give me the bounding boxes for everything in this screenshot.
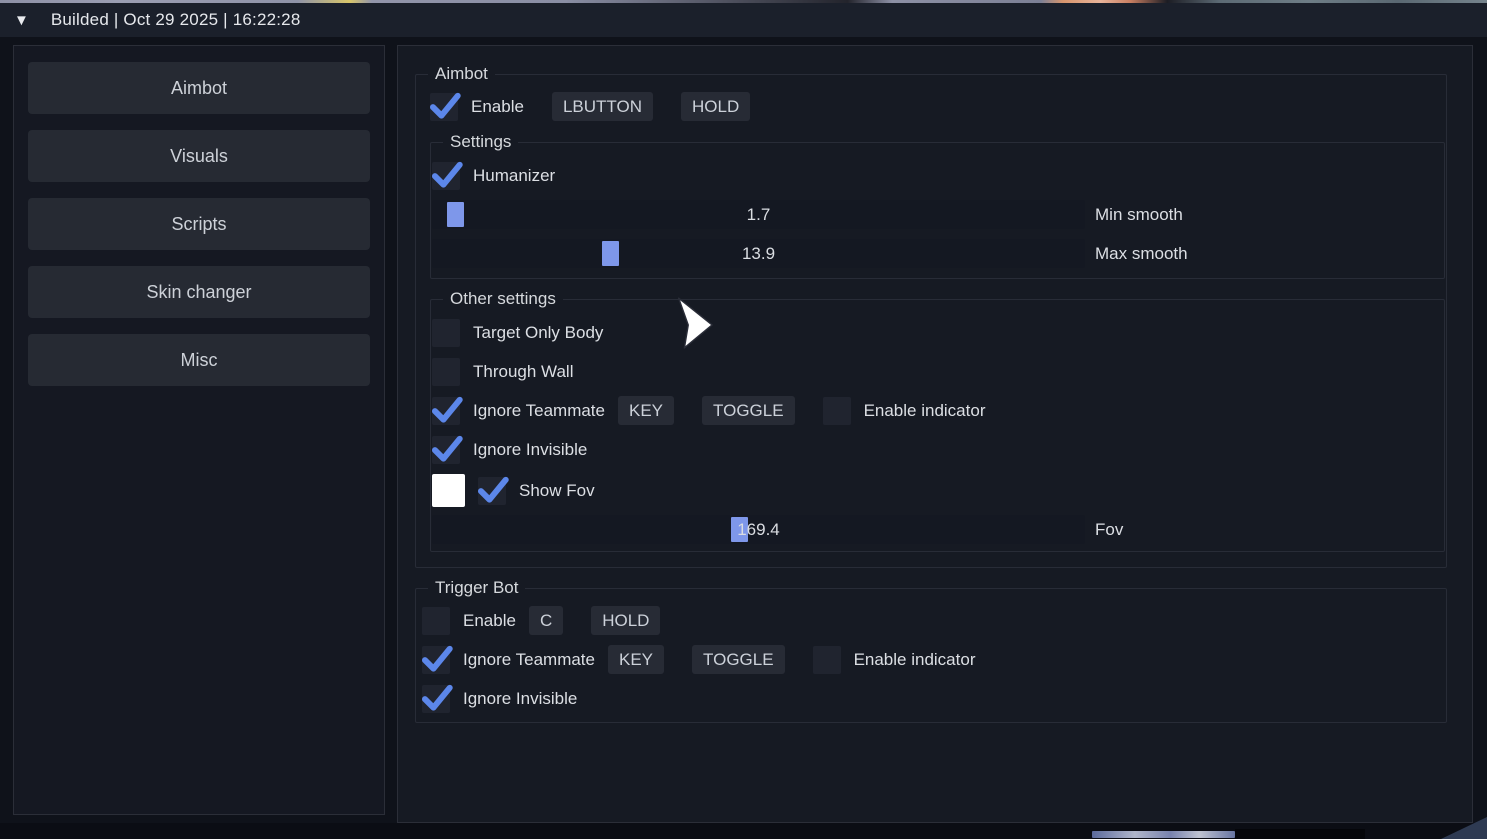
max-smooth-label: Max smooth xyxy=(1095,244,1188,264)
aimbot-enable-row: Enable LBUTTON HOLD xyxy=(430,92,1446,121)
bottom-game-artifact xyxy=(1092,831,1235,838)
show-fov-checkbox[interactable] xyxy=(478,477,506,505)
sidebar-item-skin-changer[interactable]: Skin changer xyxy=(28,266,370,318)
max-smooth-value: 13.9 xyxy=(742,244,775,264)
check-icon xyxy=(420,680,454,714)
aimbot-group: Aimbot Enable LBUTTON HOLD Settings xyxy=(415,74,1447,568)
bottom-edge xyxy=(0,823,1487,839)
show-fov-row: Show Fov xyxy=(432,474,1444,507)
min-smooth-slider[interactable]: 1.7 xyxy=(432,200,1085,229)
trigger-enable-row: Enable C HOLD xyxy=(422,606,1446,635)
fov-color-swatch[interactable] xyxy=(432,474,465,507)
aimbot-ignore-invisible-checkbox[interactable] xyxy=(432,436,460,464)
aimbot-ignore-teammate-row: Ignore Teammate KEY TOGGLE Enable indica… xyxy=(432,396,1444,425)
menu-root: ▼ Builded | Oct 29 2025 | 16:22:28 Aimbo… xyxy=(0,0,1487,839)
trigger-ignore-teammate-checkbox[interactable] xyxy=(422,646,450,674)
sidebar-item-aimbot[interactable]: Aimbot xyxy=(28,62,370,114)
check-icon xyxy=(430,392,464,426)
main-panel: Aimbot Enable LBUTTON HOLD Settings xyxy=(397,45,1473,823)
max-smooth-slider[interactable]: 13.9 xyxy=(432,239,1085,268)
trigger-ignore-teammate-label: Ignore Teammate xyxy=(463,650,595,670)
aimbot-enable-indicator-label: Enable indicator xyxy=(864,401,986,421)
min-smooth-label: Min smooth xyxy=(1095,205,1183,225)
aimbot-keymode-button[interactable]: HOLD xyxy=(681,92,750,121)
corner-game-triangle xyxy=(1441,817,1487,839)
aimbot-ignore-teammate-toggle-button[interactable]: TOGGLE xyxy=(702,396,795,425)
trigger-bot-group: Trigger Bot Enable C HOLD Ignore Teammat… xyxy=(415,588,1447,723)
min-smooth-row: 1.7 Min smooth xyxy=(432,200,1444,229)
fov-value: 169.4 xyxy=(737,520,780,540)
check-icon xyxy=(476,472,510,506)
trigger-enable-label: Enable xyxy=(463,611,516,631)
sidebar: Aimbot Visuals Scripts Skin changer Misc xyxy=(13,45,385,815)
aimbot-ignore-teammate-label: Ignore Teammate xyxy=(473,401,605,421)
trigger-enable-checkbox[interactable] xyxy=(422,607,450,635)
sidebar-item-visuals[interactable]: Visuals xyxy=(28,130,370,182)
trigger-ignore-invisible-row: Ignore Invisible xyxy=(422,684,1446,713)
fov-label: Fov xyxy=(1095,520,1123,540)
through-wall-row: Through Wall xyxy=(432,357,1444,386)
aimbot-ignore-teammate-checkbox[interactable] xyxy=(432,397,460,425)
aimbot-keybind-button[interactable]: LBUTTON xyxy=(552,92,653,121)
show-fov-label: Show Fov xyxy=(519,481,595,501)
target-only-body-label: Target Only Body xyxy=(473,323,603,343)
trigger-enable-indicator-label: Enable indicator xyxy=(854,650,976,670)
other-settings-group-legend: Other settings xyxy=(443,289,563,309)
collapse-icon[interactable]: ▼ xyxy=(14,13,29,28)
settings-group: Settings Humanizer 1.7 Min smooth xyxy=(430,142,1445,279)
max-smooth-slider-handle[interactable] xyxy=(602,241,619,266)
min-smooth-value: 1.7 xyxy=(747,205,771,225)
through-wall-checkbox[interactable] xyxy=(432,358,460,386)
humanizer-checkbox[interactable] xyxy=(432,162,460,190)
aimbot-ignore-invisible-row: Ignore Invisible xyxy=(432,435,1444,464)
check-icon xyxy=(428,88,462,122)
aimbot-ignore-invisible-label: Ignore Invisible xyxy=(473,440,587,460)
trigger-keymode-button[interactable]: HOLD xyxy=(591,606,660,635)
bottom-black-patch xyxy=(1235,829,1365,839)
aimbot-ignore-teammate-key-button[interactable]: KEY xyxy=(618,396,674,425)
trigger-keybind-button[interactable]: C xyxy=(529,606,563,635)
target-only-body-row: Target Only Body xyxy=(432,318,1444,347)
min-smooth-slider-handle[interactable] xyxy=(447,202,464,227)
aimbot-enable-label: Enable xyxy=(471,97,524,117)
through-wall-label: Through Wall xyxy=(473,362,573,382)
check-icon xyxy=(430,157,464,191)
trigger-ignore-teammate-key-button[interactable]: KEY xyxy=(608,645,664,674)
check-icon xyxy=(430,431,464,465)
sidebar-item-misc[interactable]: Misc xyxy=(28,334,370,386)
max-smooth-row: 13.9 Max smooth xyxy=(432,239,1444,268)
humanizer-label: Humanizer xyxy=(473,166,555,186)
title-bar: ▼ Builded | Oct 29 2025 | 16:22:28 xyxy=(0,3,1487,37)
fov-slider[interactable]: 169.4 xyxy=(432,515,1085,544)
fov-row: 169.4 Fov xyxy=(432,515,1444,544)
settings-group-legend: Settings xyxy=(443,132,518,152)
trigger-ignore-invisible-label: Ignore Invisible xyxy=(463,689,577,709)
trigger-ignore-invisible-checkbox[interactable] xyxy=(422,685,450,713)
aimbot-enable-checkbox[interactable] xyxy=(430,93,458,121)
check-icon xyxy=(420,641,454,675)
humanizer-row: Humanizer xyxy=(432,161,1444,190)
trigger-bot-group-legend: Trigger Bot xyxy=(428,578,525,598)
target-only-body-checkbox[interactable] xyxy=(432,319,460,347)
trigger-ignore-teammate-row: Ignore Teammate KEY TOGGLE Enable indica… xyxy=(422,645,1446,674)
trigger-enable-indicator-checkbox[interactable] xyxy=(813,646,841,674)
sidebar-item-scripts[interactable]: Scripts xyxy=(28,198,370,250)
aimbot-enable-indicator-checkbox[interactable] xyxy=(823,397,851,425)
window-title: Builded | Oct 29 2025 | 16:22:28 xyxy=(51,10,301,30)
aimbot-group-legend: Aimbot xyxy=(428,64,495,84)
trigger-ignore-teammate-toggle-button[interactable]: TOGGLE xyxy=(692,645,785,674)
other-settings-group: Other settings Target Only Body Through … xyxy=(430,299,1445,552)
